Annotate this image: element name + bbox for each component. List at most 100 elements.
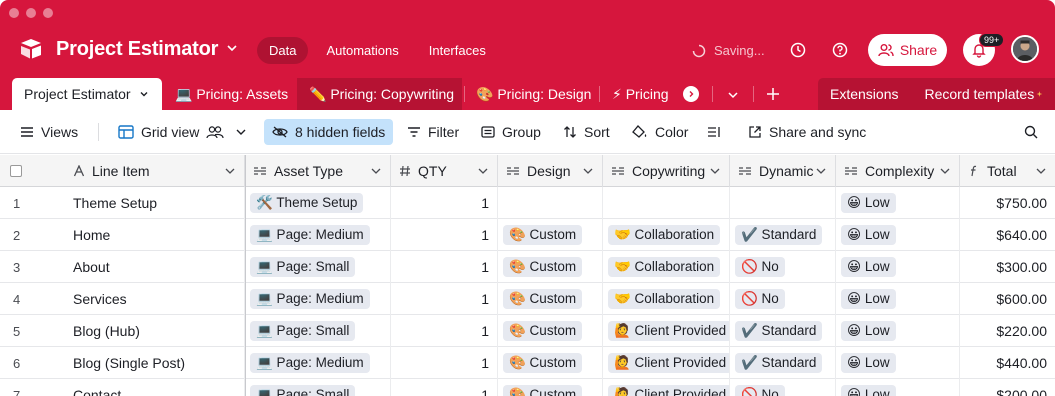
total-cell[interactable]: $300.00 <box>960 251 1055 283</box>
linked-record-chip[interactable]: 🤝 Collaboration <box>608 257 721 277</box>
qty-cell[interactable]: 1 <box>391 315 498 347</box>
qty-cell[interactable]: 1 <box>391 219 498 251</box>
dynamic-cell[interactable]: 🚫 No <box>730 379 836 396</box>
qty-cell[interactable]: 1 <box>391 379 498 396</box>
total-cell[interactable]: $640.00 <box>960 219 1055 251</box>
search-icon[interactable] <box>1024 125 1038 139</box>
complexity-cell[interactable]: 😀 Low <box>836 347 960 379</box>
base-title[interactable]: Project Estimator <box>56 38 218 61</box>
asset-type-cell[interactable]: 🛠️ Theme Setup <box>245 187 391 219</box>
design-cell[interactable]: 🎨 Custom <box>498 251 603 283</box>
linked-record-chip[interactable]: 🎨 Custom <box>503 321 583 341</box>
asset-type-cell[interactable]: 💻 Page: Small <box>245 379 391 396</box>
linked-record-chip[interactable]: 😀 Low <box>841 225 896 245</box>
linked-record-chip[interactable]: 🚫 No <box>735 289 785 309</box>
nav-data[interactable]: Data <box>257 37 309 64</box>
row-number-cell[interactable]: 3 <box>0 251 65 283</box>
nav-interfaces[interactable]: Interfaces <box>417 37 498 64</box>
linked-record-chip[interactable]: ✔️ Standard <box>735 225 823 245</box>
linked-record-chip[interactable]: 🤝 Collaboration <box>608 225 721 245</box>
table-row[interactable]: 3 About 💻 Page: Small 1 🎨 Custom 🤝 Collaborat… <box>0 251 1055 283</box>
select-all-checkbox[interactable] <box>10 165 22 177</box>
qty-cell[interactable]: 1 <box>391 347 498 379</box>
linked-record-chip[interactable]: 💻 Page: Medium <box>250 225 370 245</box>
linked-record-chip[interactable]: 🎨 Custom <box>503 289 583 309</box>
maximize-window-icon[interactable] <box>43 8 53 18</box>
copywriting-cell[interactable]: 🙋 Client Provided <box>603 347 730 379</box>
copywriting-cell[interactable]: 🤝 Collaboration <box>603 219 730 251</box>
share-button[interactable]: Share <box>868 34 947 66</box>
dynamic-cell[interactable]: ✔️ Standard <box>730 347 836 379</box>
linked-record-chip[interactable]: 💻 Page: Small <box>250 385 356 396</box>
tab-pricing-copywriting[interactable]: ✏️ Pricing: Copywriting <box>297 78 462 110</box>
linked-record-chip[interactable]: 🙋 Client Provided <box>608 321 729 341</box>
asset-type-cell[interactable]: 💻 Page: Medium <box>245 283 391 315</box>
linked-record-chip[interactable]: 😀 Low <box>841 193 896 213</box>
linked-record-chip[interactable]: 🚫 No <box>735 257 785 277</box>
sort-button[interactable]: Sort <box>563 110 610 154</box>
copywriting-cell[interactable]: 🙋 Client Provided <box>603 315 730 347</box>
qty-cell[interactable]: 1 <box>391 283 498 315</box>
table-row[interactable]: 2 Home 💻 Page: Medium 1 🎨 Custom 🤝 Collaborat… <box>0 219 1055 251</box>
linked-record-chip[interactable]: 🙋 Client Provided <box>608 385 729 396</box>
total-cell[interactable]: $440.00 <box>960 347 1055 379</box>
copywriting-cell[interactable]: 🤝 Collaboration <box>603 251 730 283</box>
chevron-down-icon[interactable] <box>1035 165 1047 177</box>
linked-record-chip[interactable]: 🛠️ Theme Setup <box>250 193 364 213</box>
row-number-cell[interactable]: 1 <box>0 187 65 219</box>
hidden-fields-button[interactable]: 8 hidden fields <box>264 119 394 145</box>
dynamic-cell[interactable]: 🚫 No <box>730 283 836 315</box>
avatar[interactable] <box>1011 35 1039 63</box>
nav-automations[interactable]: Automations <box>314 37 410 64</box>
copywriting-cell[interactable]: 🤝 Collaboration <box>603 283 730 315</box>
design-cell[interactable]: 🎨 Custom <box>498 283 603 315</box>
add-table-icon[interactable] <box>766 87 780 101</box>
linked-record-chip[interactable]: 🎨 Custom <box>503 385 583 396</box>
minimize-window-icon[interactable] <box>26 8 36 18</box>
table-row[interactable]: 4 Services 💻 Page: Medium 1 🎨 Custom 🤝 Collab… <box>0 283 1055 315</box>
linked-record-chip[interactable]: 🎨 Custom <box>503 225 583 245</box>
asset-type-cell[interactable]: 💻 Page: Medium <box>245 219 391 251</box>
copywriting-cell[interactable]: 🙋 Client Provided <box>603 379 730 396</box>
complexity-cell[interactable]: 😀 Low <box>836 315 960 347</box>
design-cell[interactable]: 🎨 Custom <box>498 315 603 347</box>
design-cell[interactable]: 🎨 Custom <box>498 379 603 396</box>
asset-type-cell[interactable]: 💻 Page: Medium <box>245 347 391 379</box>
color-button[interactable]: Color <box>632 110 688 154</box>
linked-record-chip[interactable]: 😀 Low <box>841 257 896 277</box>
chevron-down-icon[interactable] <box>815 165 827 177</box>
history-icon[interactable] <box>789 41 807 59</box>
extensions-button[interactable]: Extensions <box>830 86 898 102</box>
views-button[interactable]: Views <box>20 110 78 154</box>
linked-record-chip[interactable]: 🤝 Collaboration <box>608 289 721 309</box>
qty-cell[interactable]: 1 <box>391 187 498 219</box>
linked-record-chip[interactable]: 💻 Page: Small <box>250 321 356 341</box>
table-row[interactable]: 6 Blog (Single Post) 💻 Page: Medium 1 🎨 Cust… <box>0 347 1055 379</box>
design-cell[interactable]: 🎨 Custom <box>498 219 603 251</box>
linked-record-chip[interactable]: 🎨 Custom <box>503 257 583 277</box>
row-number-cell[interactable]: 6 <box>0 347 65 379</box>
line-item-cell[interactable]: Services <box>65 283 245 315</box>
line-item-cell[interactable]: Contact <box>65 379 245 396</box>
chevron-down-icon[interactable] <box>727 89 739 101</box>
table-row[interactable]: 1 Theme Setup 🛠️ Theme Setup 1 😀 Low $750.00 <box>0 187 1055 219</box>
column-header-line-item[interactable]: Line Item <box>65 155 245 187</box>
dynamic-cell[interactable]: 🚫 No <box>730 251 836 283</box>
linked-record-chip[interactable]: 💻 Page: Medium <box>250 289 370 309</box>
chevron-down-icon[interactable] <box>582 165 594 177</box>
column-header-design[interactable]: Design <box>498 155 603 187</box>
line-item-cell[interactable]: Blog (Single Post) <box>65 347 245 379</box>
total-cell[interactable]: $600.00 <box>960 283 1055 315</box>
column-header-dynamic[interactable]: Dynamic <box>730 155 836 187</box>
column-header-asset-type[interactable]: Asset Type <box>245 155 391 187</box>
table-row[interactable]: 7 Contact 💻 Page: Small 1 🎨 Custom 🙋 Client P… <box>0 379 1055 396</box>
linked-record-chip[interactable]: 💻 Page: Medium <box>250 353 370 373</box>
line-item-cell[interactable]: Theme Setup <box>65 187 245 219</box>
column-header-total[interactable]: Total <box>960 155 1055 187</box>
help-icon[interactable] <box>831 41 849 59</box>
record-templates-button[interactable]: Record templates <box>924 86 1034 102</box>
linked-record-chip[interactable]: 😀 Low <box>841 321 896 341</box>
chevron-down-icon[interactable] <box>139 89 149 99</box>
total-cell[interactable]: $220.00 <box>960 315 1055 347</box>
chevron-down-icon[interactable] <box>370 165 382 177</box>
